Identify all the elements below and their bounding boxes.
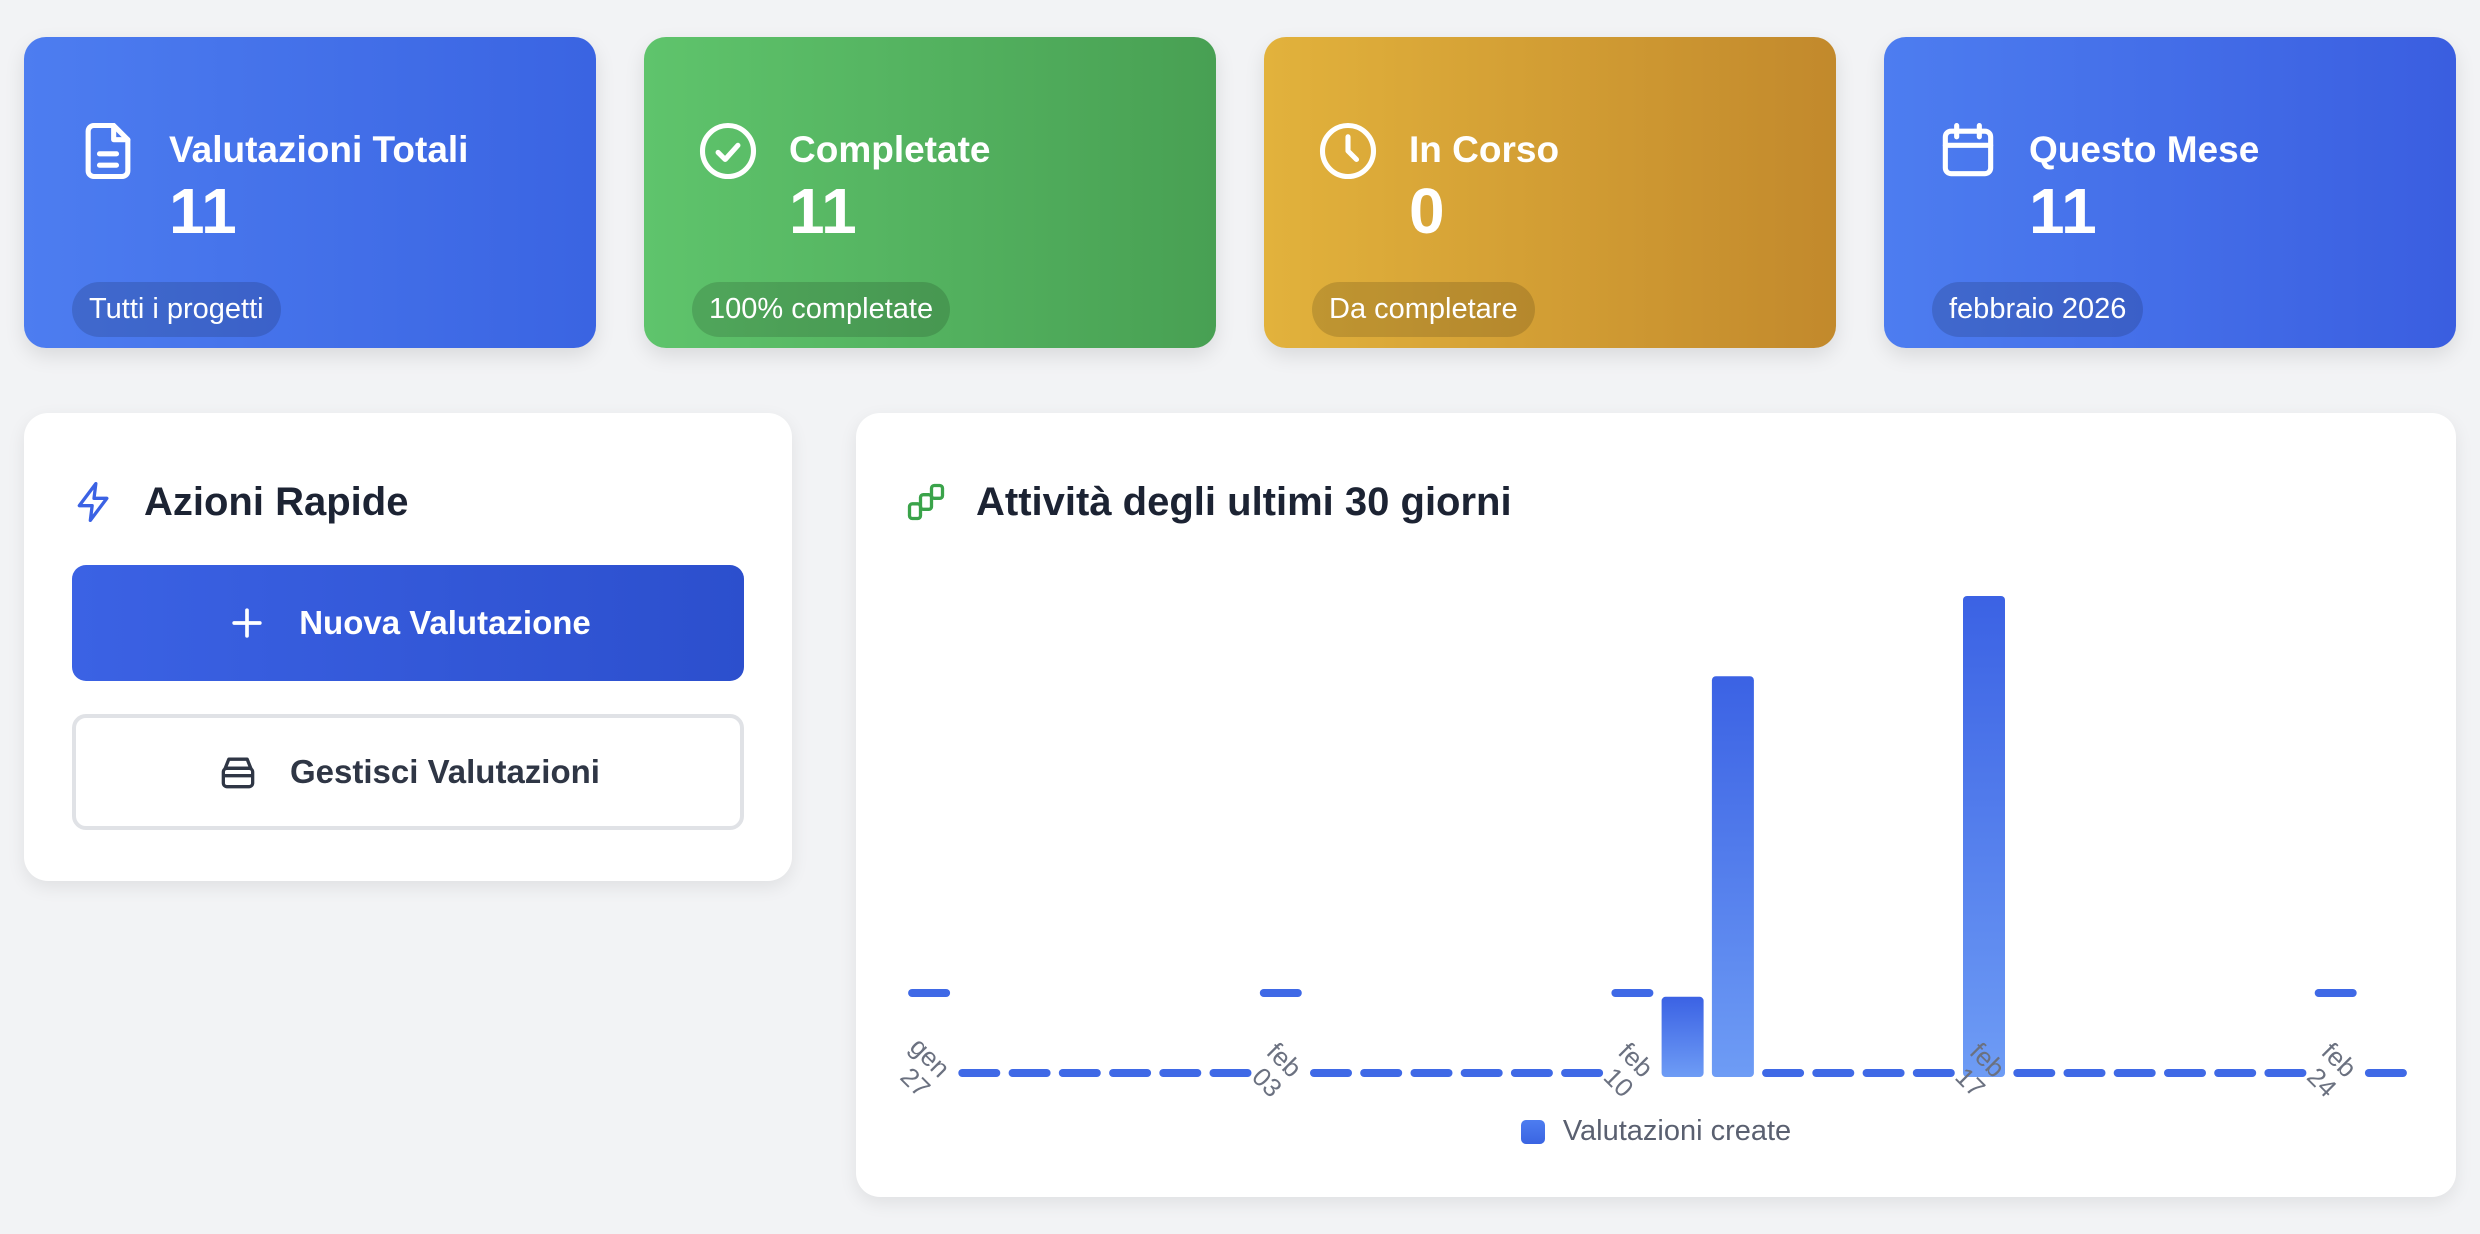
chart-bar[interactable] <box>2013 1069 2056 1077</box>
stat-title: Questo Mese <box>2029 129 2260 170</box>
chart-bar[interactable] <box>2364 1069 2407 1077</box>
x-tick-label: feb24 <box>2296 1036 2363 1103</box>
archive-icon <box>221 757 255 789</box>
stat-badge: Tutti i progetti <box>72 282 281 337</box>
chart-bar[interactable] <box>1058 1069 1101 1077</box>
chart-bar[interactable] <box>1912 1069 1955 1077</box>
chart-bar[interactable] <box>1008 1069 1051 1077</box>
stat-title: Completate <box>789 129 991 170</box>
chart-bar[interactable] <box>1360 1069 1403 1077</box>
chart-bar[interactable] <box>1259 989 1302 997</box>
legend-swatch <box>1520 1119 1545 1144</box>
stat-title: Valutazioni Totali <box>169 129 469 170</box>
chart-bar[interactable] <box>1661 996 1704 1077</box>
quick-actions-header: Azioni Rapide <box>72 465 408 539</box>
x-tick-label: gen27 <box>884 1031 956 1103</box>
chart-bar[interactable] <box>2113 1069 2156 1077</box>
chart-bar[interactable] <box>1561 1069 1604 1077</box>
clock-icon <box>1314 117 1382 185</box>
stat-value: 0 <box>1409 175 1445 247</box>
document-icon <box>74 117 142 185</box>
calendar-icon <box>1934 117 2002 185</box>
chart-bar[interactable] <box>1209 1069 1252 1077</box>
stat-value: 11 <box>789 175 857 247</box>
chart-bar[interactable] <box>2063 1069 2106 1077</box>
chart-bar[interactable] <box>1812 1069 1855 1077</box>
quick-actions-card: Azioni Rapide Nuova Valutazione Gestisci… <box>24 413 792 881</box>
stat-card-in-progress: In Corso 0 Da completare <box>1264 37 1836 348</box>
chart-bar[interactable] <box>2314 989 2357 997</box>
chart-bar[interactable] <box>2164 1069 2206 1077</box>
manage-evaluations-button[interactable]: Gestisci Valutazioni <box>72 714 744 830</box>
chart-bar[interactable] <box>1310 1069 1352 1077</box>
plus-icon <box>232 608 262 638</box>
chart-bar[interactable] <box>908 989 951 997</box>
bar-chart: gen27 feb03 feb10 feb17 feb24 <box>884 596 2407 1103</box>
stat-badge: Da completare <box>1312 282 1535 337</box>
chart-bar[interactable] <box>1711 676 1754 1077</box>
chart-bar[interactable] <box>1963 596 2005 1077</box>
new-evaluation-label: Nuova Valutazione <box>299 604 591 641</box>
chart-bar[interactable] <box>1410 1069 1453 1077</box>
chart-bar[interactable] <box>2214 1069 2257 1077</box>
stat-title: In Corso <box>1409 129 1560 170</box>
chart-bar[interactable] <box>1109 1069 1152 1077</box>
stat-value: 11 <box>2029 175 2097 247</box>
new-evaluation-button[interactable]: Nuova Valutazione <box>72 565 744 681</box>
legend-label: Valutazioni create <box>1562 1115 1792 1147</box>
activity-chart-card: Attività degli ultimi 30 giorni gen27 feb… <box>856 413 2456 1197</box>
chart-legend: Valutazioni create <box>856 1115 2456 1148</box>
manage-evaluations-label: Gestisci Valutazioni <box>290 753 600 790</box>
chart-bar[interactable] <box>1510 1069 1553 1077</box>
stat-value: 11 <box>169 175 237 247</box>
chart-bar[interactable] <box>1159 1069 1202 1077</box>
chart-bar[interactable] <box>958 1069 1001 1077</box>
stat-card-completed: Completate 11 100% completate <box>644 37 1216 348</box>
stat-badge: febbraio 2026 <box>1932 282 2144 337</box>
lightning-icon <box>77 482 109 522</box>
stat-card-total: Valutazioni Totali 11 Tutti i progetti <box>24 37 596 348</box>
x-tick-label: feb03 <box>1241 1036 1308 1103</box>
chart-bar[interactable] <box>1762 1069 1805 1077</box>
quick-actions-title: Azioni Rapide <box>144 479 409 524</box>
chart-bar[interactable] <box>1460 1069 1503 1077</box>
chart-bar[interactable] <box>1611 989 1654 997</box>
chart-bar[interactable] <box>1862 1069 1905 1077</box>
check-circle-icon <box>694 117 762 185</box>
x-tick-label: feb10 <box>1593 1036 1660 1103</box>
stat-card-this-month: Questo Mese 11 febbraio 2026 <box>1884 37 2456 348</box>
stat-badge: 100% completate <box>692 282 951 337</box>
chart-bar[interactable] <box>2264 1069 2307 1077</box>
